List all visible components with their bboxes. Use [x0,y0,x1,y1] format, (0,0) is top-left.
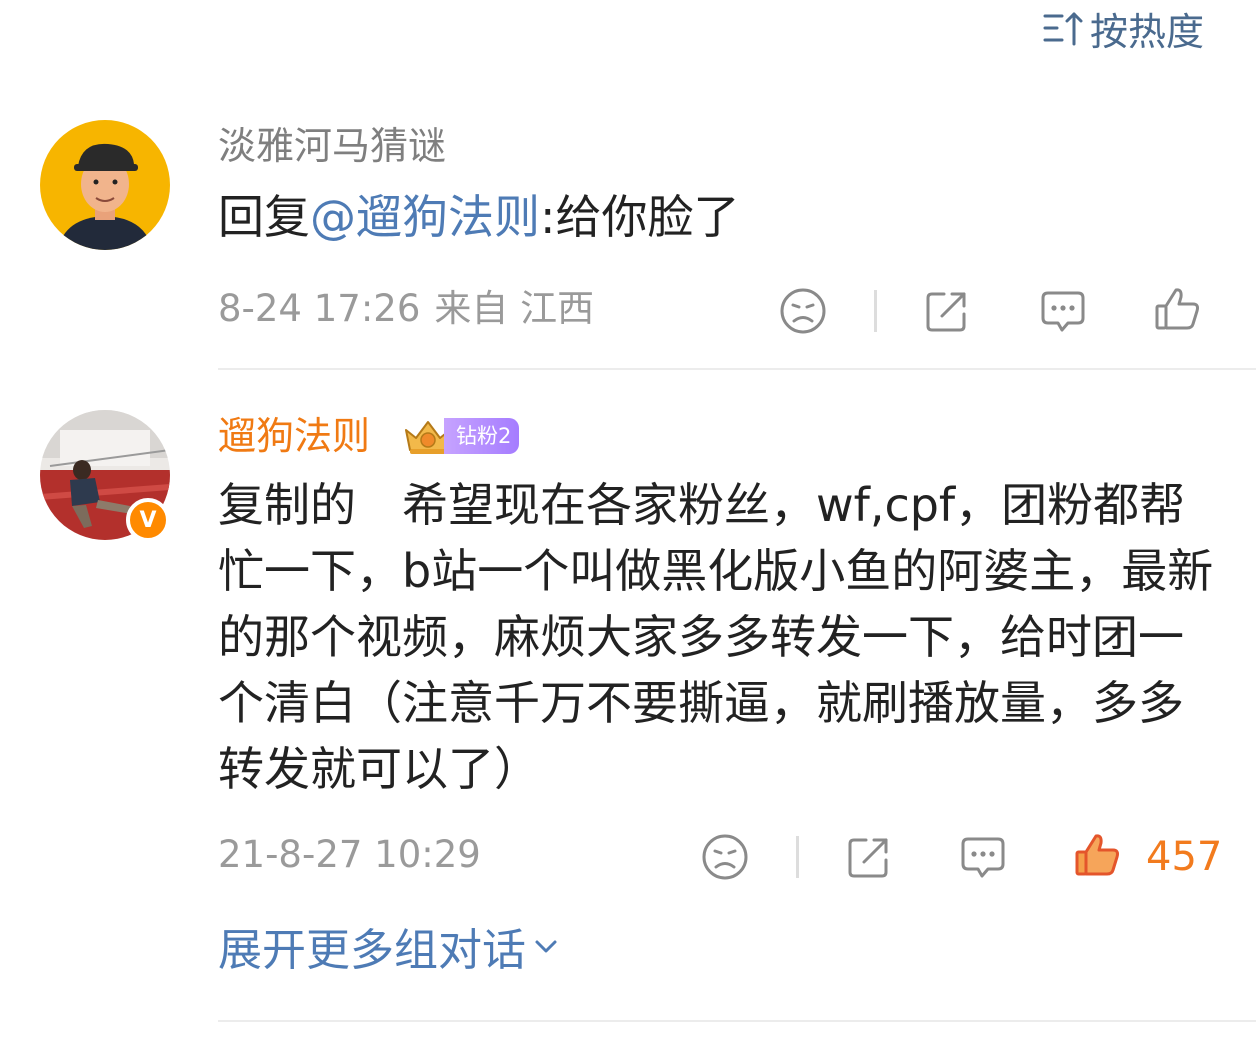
dislike-face-icon[interactable] [700,832,750,882]
expand-more-conversations-link[interactable]: 展开更多组对话 [218,918,560,976]
comment-username[interactable]: 遛狗法则 [218,412,370,460]
comment-icon[interactable] [958,832,1008,882]
sort-label: 按热度 [1089,9,1204,54]
mention-link[interactable]: @遛狗法则 [310,190,540,244]
reply-prefix: 回复 [218,190,310,244]
comment-location: 来自 江西 [434,287,595,330]
user-avatar-image [40,120,170,250]
reply-body: :给你脸了 [540,190,740,244]
comment-text: 复制的 希望现在各家粉丝，wf,cpf，团粉都帮忙一下，b站一个叫做黑化版小鱼的… [218,478,1214,796]
bottom-divider [218,1020,1256,1022]
fan-level-label: 钻粉2 [444,418,520,454]
comment-text: 回复@遛狗法则:给你脸了 [218,184,1218,250]
sort-by-heat-button[interactable]: 按热度 [1042,4,1204,54]
like-icon-active[interactable] [1072,830,1122,880]
like-icon[interactable] [1152,284,1202,334]
comment-date: 21-8-27 10:29 [218,833,481,876]
fan-level-badge[interactable]: 钻粉2 [402,416,520,456]
comment-thread: 按热度 淡雅河马猜谜 回复@遛狗法则:给你脸了 8-24 17:26 来自 江西 [0,0,1256,1041]
expand-more-label: 展开更多组对话 [218,925,526,976]
comment-username[interactable]: 淡雅河马猜谜 [218,122,446,170]
comment-divider [218,368,1256,370]
share-icon[interactable] [844,832,894,882]
verified-badge: V [126,498,170,542]
action-divider [874,290,877,332]
share-icon[interactable] [922,286,972,336]
sort-icon [1043,12,1083,46]
comment-icon[interactable] [1038,286,1088,336]
dislike-face-icon[interactable] [778,286,828,336]
action-divider [796,836,799,878]
like-count: 457 [1146,834,1223,880]
comment-date: 8-24 17:26 [218,287,421,330]
comment-meta: 8-24 17:26 来自 江西 [218,286,594,332]
avatar[interactable] [40,120,170,250]
chevron-down-icon [535,940,557,953]
